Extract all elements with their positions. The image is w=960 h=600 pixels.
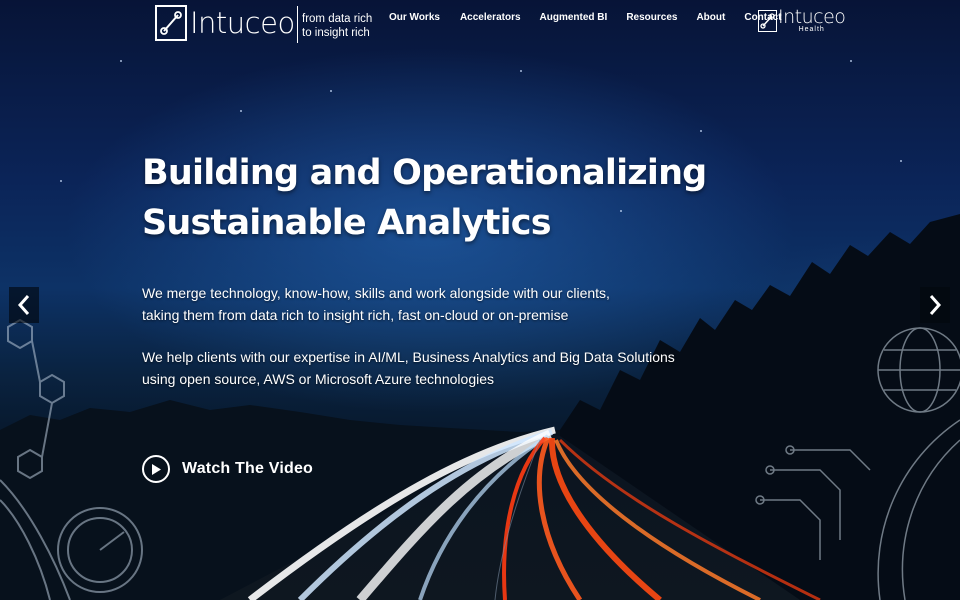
paragraph-line: We help clients with our expertise in AI… [142, 349, 675, 365]
chevron-right-icon [929, 295, 942, 315]
paragraph-line: taking them from data rich to insight ri… [142, 307, 569, 323]
logo-divider [297, 6, 298, 43]
play-circle-icon [142, 455, 170, 483]
logo-mark-icon [155, 5, 187, 41]
paragraph-line: We merge technology, know-how, skills an… [142, 285, 610, 301]
headline-line: Building and Operationalizing [142, 153, 707, 193]
health-logo-name: Intuceo [778, 6, 846, 28]
logo-text: Intuceo [190, 6, 295, 40]
intuceo-logo[interactable]: Intuceo [155, 5, 295, 41]
headline-line: Sustainable Analytics [142, 203, 552, 243]
hero-paragraph-2: We help clients with our expertise in AI… [142, 346, 675, 390]
intuceo-health-logo[interactable]: Intuceo Health [758, 6, 846, 33]
main-nav: Our Works Accelerators Augmented BI Reso… [389, 12, 801, 23]
nav-accelerators[interactable]: Accelerators [460, 12, 521, 23]
nav-augmented-bi[interactable]: Augmented BI [540, 12, 608, 23]
brand-tagline: from data rich to insight rich [302, 12, 372, 40]
nav-about[interactable]: About [696, 12, 725, 23]
tagline-line: from data rich [302, 13, 373, 25]
nav-our-works[interactable]: Our Works [389, 12, 440, 23]
health-logo-mark-icon [758, 9, 777, 32]
paragraph-line: using open source, AWS or Microsoft Azur… [142, 371, 494, 387]
watch-video-label: Watch The Video [182, 460, 314, 477]
slider-prev-button[interactable] [9, 287, 39, 323]
hero-paragraph-1: We merge technology, know-how, skills an… [142, 282, 610, 326]
watch-video-button[interactable]: Watch The Video [142, 455, 313, 483]
chevron-left-icon [17, 295, 30, 315]
hero-slider: Intuceo from data rich to insight rich O… [0, 0, 960, 600]
slider-next-button[interactable] [920, 287, 950, 323]
tagline-line: to insight rich [302, 27, 370, 39]
hero-headline: Building and Operationalizing Sustainabl… [142, 148, 707, 248]
nav-resources[interactable]: Resources [626, 12, 677, 23]
